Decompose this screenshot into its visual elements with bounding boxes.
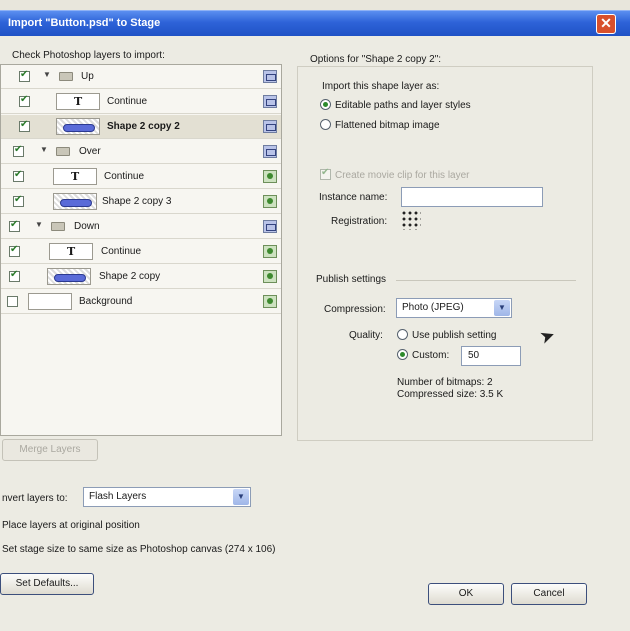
layer-checkbox[interactable] <box>9 269 20 282</box>
bitmap-type-icon[interactable] <box>263 195 277 208</box>
compressed-size: Compressed size: 3.5 K <box>397 389 504 400</box>
shape-type-icon[interactable] <box>263 145 277 158</box>
folder-icon <box>51 222 65 231</box>
layer-checkbox[interactable] <box>7 296 18 307</box>
chevron-down-icon: ▼ <box>233 489 249 505</box>
instance-name-label: Instance name: <box>319 192 388 203</box>
layer-row-up[interactable]: ▼ Up <box>1 65 281 89</box>
convert-layers-value: Flash Layers <box>89 491 147 502</box>
flattened-bitmap-label: Flattened bitmap image <box>335 120 440 131</box>
publish-divider <box>396 280 576 281</box>
merge-layers-button[interactable]: Merge Layers <box>2 439 98 461</box>
compression-value: Photo (JPEG) <box>402 302 464 313</box>
movie-clip-checkbox[interactable] <box>320 167 331 180</box>
expand-triangle-icon[interactable]: ▼ <box>43 70 51 79</box>
custom-quality-input[interactable]: 50 <box>461 346 521 366</box>
shape-type-icon[interactable] <box>263 70 277 83</box>
layer-name: Shape 2 copy 2 <box>107 121 180 132</box>
ok-button[interactable]: OK <box>428 583 504 605</box>
layer-checkbox[interactable] <box>13 194 24 207</box>
text-layer-thumbnail <box>56 93 100 110</box>
layer-checkbox[interactable] <box>9 244 20 257</box>
layer-checkbox[interactable] <box>13 144 24 157</box>
layers-header: Check Photoshop layers to import: <box>12 50 165 61</box>
bitmaps-count: Number of bitmaps: 2 <box>397 377 493 388</box>
set-defaults-button[interactable]: Set Defaults... <box>0 573 94 595</box>
cancel-button[interactable]: Cancel <box>511 583 587 605</box>
movie-clip-label: Create movie clip for this layer <box>335 170 470 181</box>
folder-icon <box>56 147 70 156</box>
shape-layer-thumbnail <box>56 118 100 135</box>
layer-name: Shape 2 copy 3 <box>102 196 172 207</box>
bitmap-type-icon[interactable] <box>263 270 277 283</box>
layer-row-shape-2-copy-2[interactable]: Shape 2 copy 2 <box>1 115 281 139</box>
compression-label: Compression: <box>324 304 386 315</box>
text-type-icon[interactable] <box>263 95 277 108</box>
bitmap-type-icon[interactable] <box>263 295 277 308</box>
title-bar: Import "Button.psd" to Stage ✕ <box>0 10 630 36</box>
shape-type-icon[interactable] <box>263 220 277 233</box>
layer-checkbox[interactable] <box>9 219 20 232</box>
layer-row-continue[interactable]: Continue <box>1 165 281 189</box>
layer-name: Shape 2 copy <box>99 271 161 282</box>
layer-name: Continue <box>104 171 145 182</box>
layer-checkbox[interactable] <box>13 169 24 182</box>
editable-paths-radio[interactable] <box>320 99 331 110</box>
instance-name-input[interactable] <box>401 187 543 207</box>
convert-layers-select[interactable]: Flash Layers ▼ <box>83 487 251 507</box>
publish-settings-header: Publish settings <box>316 274 387 285</box>
layer-list[interactable]: ▼ Up Continue Shape 2 copy 2 ▼ Over <box>0 64 282 436</box>
editable-paths-label: Editable paths and layer styles <box>335 100 471 111</box>
dialog-title: Import "Button.psd" to Stage <box>8 17 161 29</box>
layer-row-background[interactable]: Background <box>1 290 281 314</box>
custom-label: Custom: <box>412 350 450 361</box>
options-header: Options for "Shape 2 copy 2": <box>310 54 442 65</box>
registration-grid[interactable] <box>401 210 421 230</box>
close-button[interactable]: ✕ <box>596 14 616 34</box>
import-as-label: Import this shape layer as: <box>322 81 440 92</box>
layer-row-shape-2-copy-3[interactable]: Shape 2 copy 3 <box>1 190 281 214</box>
bitmap-type-icon[interactable] <box>263 245 277 258</box>
registration-label: Registration: <box>331 216 388 227</box>
layer-name: Up <box>81 71 94 82</box>
convert-layers-label: nvert layers to: <box>2 493 68 504</box>
text-layer-thumbnail <box>49 243 93 260</box>
bitmap-type-icon[interactable] <box>263 170 277 183</box>
layer-name: Continue <box>107 96 148 107</box>
chevron-down-icon: ▼ <box>494 300 510 316</box>
layer-checkbox[interactable] <box>19 69 30 82</box>
shape-type-icon[interactable] <box>263 120 277 133</box>
shape-layer-thumbnail <box>47 268 91 285</box>
layer-row-shape-2-copy[interactable]: Shape 2 copy <box>1 265 281 289</box>
layer-name: Background <box>79 296 133 307</box>
layer-checkbox[interactable] <box>19 94 30 107</box>
use-publish-radio[interactable] <box>397 329 408 340</box>
shape-layer-thumbnail <box>53 193 97 210</box>
flattened-bitmap-radio[interactable] <box>320 119 331 130</box>
layer-row-over[interactable]: ▼ Over <box>1 140 281 164</box>
place-original-position-option[interactable]: Place layers at original position <box>2 520 140 531</box>
layer-name: Continue <box>101 246 142 257</box>
quality-label: Quality: <box>349 330 383 341</box>
expand-triangle-icon[interactable]: ▼ <box>40 145 48 154</box>
layer-row-down[interactable]: ▼ Down <box>1 215 281 239</box>
layer-row-continue[interactable]: Continue <box>1 90 281 114</box>
use-publish-label: Use publish setting <box>412 330 497 341</box>
layer-row-continue[interactable]: Continue <box>1 240 281 264</box>
background-thumbnail <box>28 293 72 310</box>
import-dialog: Check Photoshop layers to import: ▼ Up C… <box>0 36 630 631</box>
stage-size-option[interactable]: Set stage size to same size as Photoshop… <box>2 544 276 555</box>
close-icon: ✕ <box>600 15 612 31</box>
folder-icon <box>59 72 73 81</box>
compression-select[interactable]: Photo (JPEG) ▼ <box>396 298 512 318</box>
text-layer-thumbnail <box>53 168 97 185</box>
expand-triangle-icon[interactable]: ▼ <box>35 220 43 229</box>
layer-name: Down <box>74 221 100 232</box>
layer-checkbox[interactable] <box>19 119 30 132</box>
layer-name: Over <box>79 146 101 157</box>
custom-radio[interactable] <box>397 349 408 360</box>
